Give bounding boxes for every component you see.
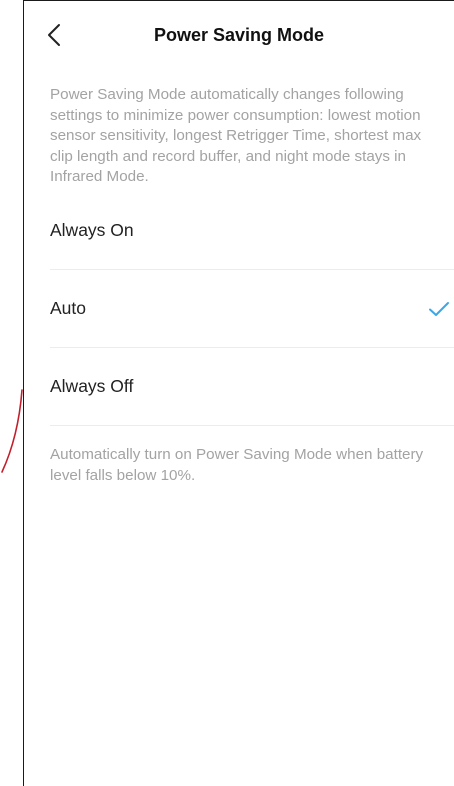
- screen-frame: Power Saving Mode Power Saving Mode auto…: [23, 0, 454, 786]
- battery-threshold-note: Automatically turn on Power Saving Mode …: [50, 446, 424, 484]
- checkmark-icon: [429, 302, 449, 316]
- mode-options-list: Always On Auto Always Off: [50, 192, 454, 426]
- option-label: Auto: [50, 298, 86, 318]
- mode-description: Power Saving Mode automatically changes …: [50, 86, 422, 185]
- option-label: Always Off: [50, 376, 134, 396]
- page-title: Power Saving Mode: [153, 25, 325, 45]
- option-auto[interactable]: Auto: [50, 270, 454, 348]
- option-always-on[interactable]: Always On: [50, 192, 454, 270]
- nav-header: Power Saving Mode: [24, 1, 454, 71]
- option-label: Always On: [50, 220, 134, 240]
- option-always-off[interactable]: Always Off: [50, 348, 454, 426]
